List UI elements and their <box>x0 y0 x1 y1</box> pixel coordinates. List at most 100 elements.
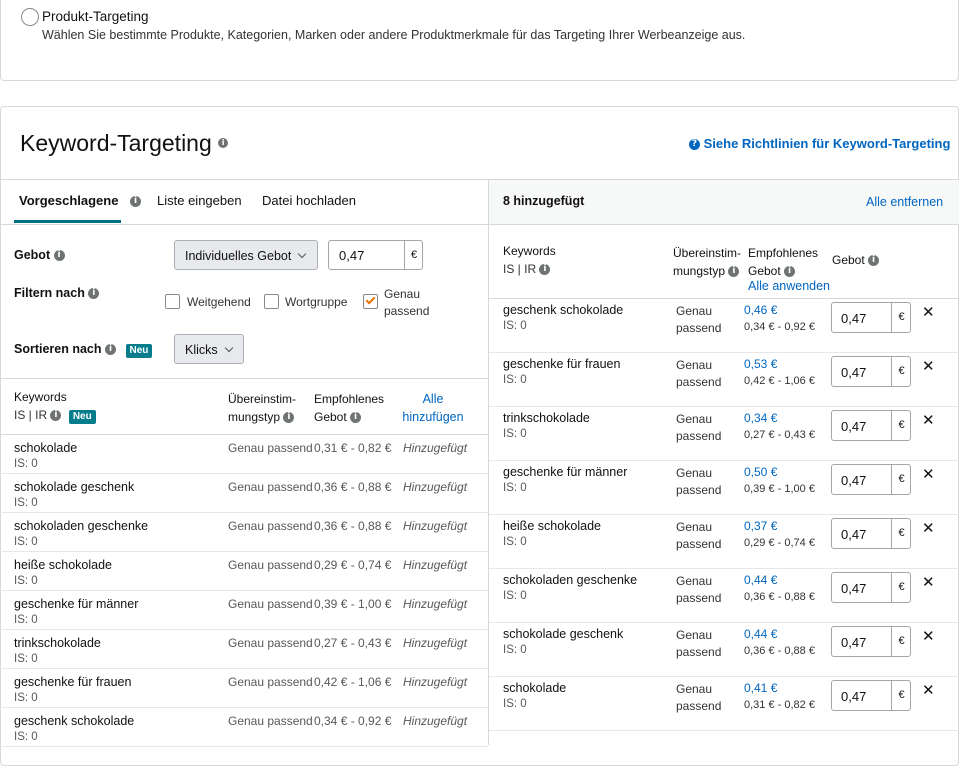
bid-range: 0,36 € - 0,88 € <box>314 519 392 533</box>
col-bid-header: Empfohlenes Gebot i <box>314 392 385 424</box>
bid-input[interactable]: 0,47 € <box>831 464 911 495</box>
suggested-bid[interactable]: 0,37 € <box>744 519 777 533</box>
add-all-link[interactable]: Alle hinzufügen <box>398 390 468 426</box>
info-icon[interactable]: i <box>350 412 362 424</box>
keyword-text: schokolade geschenk <box>503 627 624 641</box>
keyword-text: schokolade geschenk <box>14 480 135 494</box>
suggested-bid[interactable]: 0,44 € <box>744 627 777 641</box>
remove-keyword-icon[interactable]: ✕ <box>922 573 935 591</box>
currency-label: € <box>891 303 911 332</box>
is-value: IS: 0 <box>14 614 38 626</box>
remove-keyword-icon[interactable]: ✕ <box>922 411 935 429</box>
bid-type-select[interactable]: Individuelles Gebot <box>174 240 318 270</box>
product-targeting-radio[interactable] <box>21 8 39 26</box>
is-value: IS: 0 <box>503 590 527 602</box>
bid-range: 0,29 € - 0,74 € <box>314 558 392 572</box>
info-icon[interactable]: i <box>105 344 117 356</box>
match-type: Genau passend <box>228 675 313 689</box>
bid-input[interactable]: 0,47 € <box>831 518 911 549</box>
is-value: IS: 0 <box>503 698 527 710</box>
sort-select[interactable]: Klicks <box>174 334 244 364</box>
keyword-text: geschenke für männer <box>14 597 139 611</box>
match-type: Genau passend <box>676 358 722 389</box>
currency-label: € <box>891 411 911 440</box>
match-type: Genau passend <box>676 466 722 497</box>
apply-all-link[interactable]: Alle anwenden <box>748 279 830 293</box>
info-icon[interactable]: i <box>868 255 880 267</box>
info-icon[interactable]: i <box>784 266 796 278</box>
is-value: IS: 0 <box>14 536 38 548</box>
help-icon: ? <box>689 139 700 151</box>
remove-keyword-icon[interactable]: ✕ <box>922 303 935 321</box>
filter-wortgruppe-label: Wortgruppe <box>285 295 348 309</box>
bid-range: 0,39 € - 1,00 € <box>744 483 815 495</box>
keyword-text: geschenke für frauen <box>503 357 621 371</box>
match-type: Genau passend <box>676 682 722 713</box>
check-icon <box>365 294 376 305</box>
tab-liste-eingeben[interactable]: Liste eingeben <box>157 193 242 208</box>
match-type: Genau passend <box>676 304 722 335</box>
is-value: IS: 0 <box>14 731 38 743</box>
suggested-bid[interactable]: 0,53 € <box>744 357 777 371</box>
bid-input[interactable]: 0,47 € <box>328 240 423 270</box>
filter-weitgehend-label: Weitgehend <box>187 295 251 309</box>
info-icon[interactable]: i <box>728 266 740 278</box>
info-icon[interactable]: i <box>539 264 551 276</box>
remove-keyword-icon[interactable]: ✕ <box>922 627 935 645</box>
suggested-bid[interactable]: 0,44 € <box>744 573 777 587</box>
bid-input[interactable]: 0,47 € <box>831 680 911 711</box>
tab-vorgeschlagene[interactable]: Vorgeschlagene i <box>19 193 142 208</box>
remove-all-link[interactable]: Alle entfernen <box>866 195 943 209</box>
guidelines-link[interactable]: ? Siehe Richtlinien für Keyword-Targetin… <box>689 136 950 151</box>
info-icon[interactable]: i <box>50 410 62 422</box>
match-type: Genau passend <box>676 574 722 605</box>
filter-genau-checkbox[interactable] <box>363 294 378 309</box>
keyword-text: trinkschokolade <box>503 411 590 425</box>
suggested-bid[interactable]: 0,34 € <box>744 411 777 425</box>
info-icon[interactable]: i <box>283 412 295 424</box>
is-value: IS: 0 <box>503 428 527 440</box>
remove-keyword-icon[interactable]: ✕ <box>922 357 935 375</box>
is-value: IS: 0 <box>503 536 527 548</box>
filter-weitgehend-checkbox[interactable] <box>165 294 180 309</box>
col-is-ir-header: IS | IR i Neu <box>14 408 96 424</box>
info-icon[interactable]: i <box>218 137 229 148</box>
is-value: IS: 0 <box>503 320 527 332</box>
table-row: schokoladen geschenke IS: 0 Genau passend 0… <box>0 513 488 552</box>
added-keyword-row: geschenke für frauen IS: 0 Genau passend 0,5… <box>489 353 959 407</box>
currency-label: € <box>891 519 911 548</box>
suggested-bid[interactable]: 0,41 € <box>744 681 777 695</box>
product-targeting-description: Wählen Sie bestimmte Produkte, Kategorie… <box>42 28 746 42</box>
info-icon[interactable]: i <box>53 250 65 262</box>
bid-input[interactable]: 0,47 € <box>831 356 911 387</box>
bid-range: 0,27 € - 0,43 € <box>744 429 815 441</box>
currency-label: € <box>891 357 911 386</box>
is-value: IS: 0 <box>14 458 38 470</box>
remove-keyword-icon[interactable]: ✕ <box>922 465 935 483</box>
added-keyword-row: schokoladen geschenke IS: 0 Genau passend 0,… <box>489 569 959 623</box>
info-icon[interactable]: i <box>130 196 142 208</box>
bid-input[interactable]: 0,47 € <box>831 626 911 657</box>
filter-wortgruppe-checkbox[interactable] <box>264 294 279 309</box>
bid-range: 0,27 € - 0,43 € <box>314 636 392 650</box>
tab-datei-hochladen[interactable]: Datei hochladen <box>262 193 356 208</box>
match-type: Genau passend <box>228 441 313 455</box>
match-type: Genau passend <box>228 597 313 611</box>
currency-label: € <box>891 465 911 494</box>
info-icon[interactable]: i <box>88 288 100 300</box>
bid-range: 0,34 € - 0,92 € <box>744 321 815 333</box>
bid-range: 0,42 € - 1,06 € <box>744 375 815 387</box>
remove-keyword-icon[interactable]: ✕ <box>922 519 935 537</box>
bid-input[interactable]: 0,47 € <box>831 302 911 333</box>
match-type: Genau passend <box>676 412 722 443</box>
is-value: IS: 0 <box>14 575 38 587</box>
keyword-text: geschenk schokolade <box>503 303 624 317</box>
is-value: IS: 0 <box>503 644 527 656</box>
bid-input[interactable]: 0,47 € <box>831 572 911 603</box>
remove-keyword-icon[interactable]: ✕ <box>922 681 935 699</box>
match-type: Genau passend <box>676 628 722 659</box>
currency-label: € <box>891 681 911 710</box>
bid-input[interactable]: 0,47 € <box>831 410 911 441</box>
suggested-bid[interactable]: 0,46 € <box>744 303 777 317</box>
suggested-bid[interactable]: 0,50 € <box>744 465 777 479</box>
